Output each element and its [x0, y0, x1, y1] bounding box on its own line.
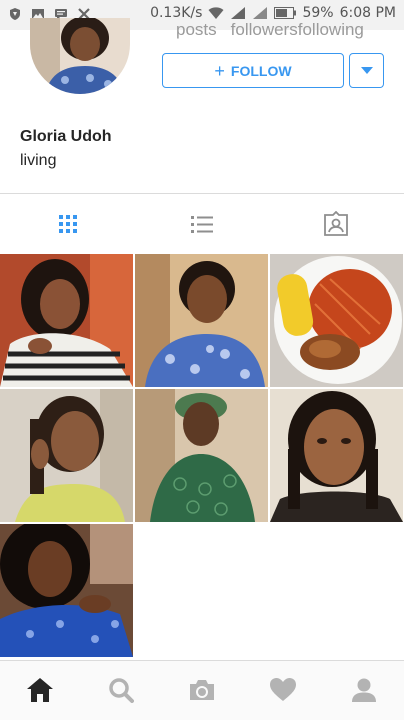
- nav-camera[interactable]: [187, 675, 217, 705]
- nav-home[interactable]: [25, 675, 55, 705]
- photo-woman-braids-yellow: [0, 389, 133, 522]
- heart-icon: [270, 678, 296, 701]
- grid-view-icon: [59, 215, 77, 233]
- system-status: 0.13K/s 59% 6:08 PM: [150, 5, 396, 21]
- caret-down-icon: [360, 66, 373, 74]
- bottom-nav: [0, 660, 404, 720]
- following-label[interactable]: following: [298, 23, 364, 41]
- photo-woman-blue-outfit: [0, 524, 133, 657]
- nav-activity[interactable]: [268, 675, 298, 705]
- profile-bio: living: [20, 152, 57, 169]
- nav-profile[interactable]: [349, 675, 379, 705]
- avatar[interactable]: [30, 18, 130, 94]
- list-view-icon: [191, 216, 213, 233]
- battery-icon: [274, 7, 297, 19]
- grid-photo[interactable]: [0, 254, 133, 387]
- photo-woman-blue-dress: [135, 254, 268, 387]
- shield-icon: [10, 8, 20, 20]
- suggestions-dropdown-button[interactable]: [349, 53, 384, 88]
- battery-level: 59%: [302, 5, 334, 21]
- signal-icon: [231, 7, 246, 19]
- profile-icon: [352, 678, 376, 702]
- grid-photo[interactable]: [0, 389, 133, 522]
- camera-icon: [190, 680, 214, 700]
- nav-search[interactable]: [106, 675, 136, 705]
- grid-photo[interactable]: [135, 389, 268, 522]
- avatar-photo: [30, 18, 130, 94]
- tab-grid[interactable]: [48, 206, 88, 242]
- plus-icon: +: [214, 60, 225, 81]
- grid-photo[interactable]: [0, 524, 133, 657]
- view-tabs: [0, 193, 404, 255]
- follow-button[interactable]: + FOLLOW: [162, 53, 344, 88]
- grid-photo[interactable]: [135, 254, 268, 387]
- tab-tagged[interactable]: [316, 206, 356, 242]
- tagged-photos-icon: [324, 211, 348, 236]
- search-icon: [109, 678, 134, 703]
- grid-photo[interactable]: [270, 254, 403, 387]
- home-icon: [27, 678, 53, 702]
- photo-woman-green-lace: [135, 389, 268, 522]
- grid-photo[interactable]: [270, 389, 403, 522]
- follow-label: FOLLOW: [230, 62, 292, 79]
- followers-label[interactable]: followers: [231, 23, 298, 41]
- profile-stats: posts followers following: [176, 23, 364, 41]
- profile-name: Gloria Udoh: [20, 128, 112, 145]
- tab-list[interactable]: [182, 206, 222, 242]
- photo-woman-braids-selfie: [270, 389, 403, 522]
- photo-woman-striped-top: [0, 254, 133, 387]
- posts-label[interactable]: posts: [176, 23, 217, 41]
- photo-jollof-rice-plate: [270, 254, 403, 387]
- signal-icon: [253, 7, 268, 19]
- network-speed: 0.13K/s: [150, 5, 203, 21]
- clock: 6:08 PM: [339, 5, 396, 21]
- wifi-icon: [208, 7, 224, 19]
